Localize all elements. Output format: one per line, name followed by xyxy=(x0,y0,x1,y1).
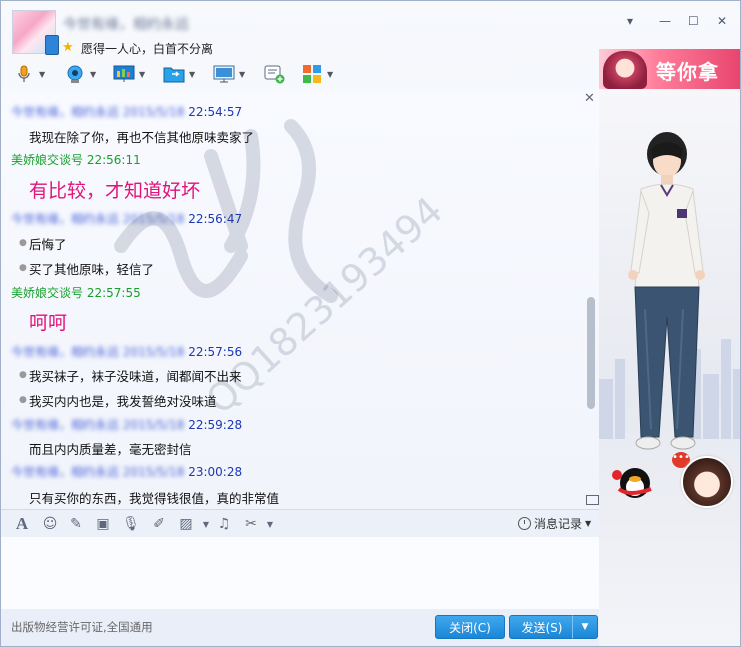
apps-grid-icon xyxy=(301,64,323,84)
message-header: 今世有缘，相约永远 2015/5/18 22:59:28 xyxy=(11,418,243,432)
show-avatar-panel xyxy=(599,89,740,646)
send-options-button[interactable]: ▼ xyxy=(572,615,598,639)
presentation-icon xyxy=(113,64,135,84)
add-chat-icon xyxy=(263,64,285,84)
banner-text: 等你拿 xyxy=(656,60,719,84)
folder-icon xyxy=(163,64,185,84)
chevron-down-icon[interactable]: ▼ xyxy=(197,516,215,532)
chevron-down-icon[interactable]: ▼ xyxy=(189,70,195,79)
chat-scrollbar[interactable] xyxy=(587,297,595,409)
chevron-down-icon: ▼ xyxy=(581,622,589,632)
music-icon[interactable]: ♫ xyxy=(215,516,233,532)
message-time: 22:54:57 xyxy=(188,105,243,119)
bullet-dot: ● xyxy=(19,263,27,273)
contact-avatar[interactable] xyxy=(12,10,59,55)
message-big-text: 有比较，才知道好坏 xyxy=(29,180,201,202)
message-big-text: 呵呵 xyxy=(29,312,68,334)
message-header: 今世有缘，相约永远 2015/5/18 22:57:56 xyxy=(11,345,243,359)
monitor-icon xyxy=(213,64,235,84)
message-text: 我现在除了你，再也不信其他原味卖家了 xyxy=(29,130,255,145)
message-time: 22:56:11 xyxy=(86,153,141,167)
message-header: 今世有缘，相约永远 2015/5/18 22:56:47 xyxy=(11,212,243,226)
message-time: 22:59:28 xyxy=(188,418,243,432)
send-button[interactable]: 发送(S) xyxy=(509,615,575,639)
chat-avatar-bubble[interactable] xyxy=(681,456,733,508)
history-label: 消息记录 xyxy=(534,517,583,531)
message-text: 只有买你的东西，我觉得钱很值，真的非常值 xyxy=(29,491,280,506)
chat-history[interactable]: 今世有缘，相约永远 2015/5/18 22:54:57 我现在除了你，再也不信… xyxy=(1,89,599,509)
gif-icon[interactable]: ▣ xyxy=(94,516,112,532)
chevron-down-icon[interactable]: ▼ xyxy=(327,70,333,79)
sender-name: 美娇娘交谈号 xyxy=(11,153,84,167)
message-history-button[interactable]: 消息记录 ▼ xyxy=(518,515,591,532)
message-header: 今世有缘，相约永远 2015/5/18 23:00:28 xyxy=(11,465,243,479)
message-time: 22:57:55 xyxy=(86,286,141,300)
message-header: 美娇娘交谈号 22:57:55 xyxy=(11,284,141,301)
maximize-icon[interactable]: ☐ xyxy=(688,14,699,28)
message-text: 买了其他原味，轻信了 xyxy=(29,262,155,277)
image-icon[interactable]: ▨ xyxy=(177,516,195,532)
bullet-dot: ● xyxy=(19,238,27,248)
message-header: 美娇娘交谈号 22:56:11 xyxy=(11,151,141,168)
chevron-down-icon[interactable]: ▼ xyxy=(39,70,45,79)
create-discussion-button[interactable] xyxy=(263,63,285,85)
microphone-icon xyxy=(13,64,35,84)
remote-desktop-button[interactable]: ▼ xyxy=(213,63,245,85)
apps-button[interactable]: ▼ xyxy=(301,63,333,85)
cartoon-girl-image xyxy=(603,51,647,89)
font-icon[interactable]: A xyxy=(13,514,31,533)
mobile-online-icon xyxy=(45,35,59,55)
sender-name: 美娇娘交谈号 xyxy=(11,286,84,300)
qq-penguin-icon[interactable] xyxy=(611,459,653,501)
webcam-icon xyxy=(64,64,86,84)
close-button[interactable]: 关闭(C) xyxy=(435,615,505,639)
chevron-down-icon: ▼ xyxy=(585,519,592,528)
promo-banner[interactable]: 等你拿 xyxy=(599,49,740,89)
contact-name[interactable]: 今世有缘，相约永远 xyxy=(63,14,189,34)
emoji-icon[interactable]: ☺ xyxy=(41,516,59,532)
license-notice[interactable]: 出版物经营许可证,全国通用 xyxy=(11,619,153,635)
collapse-panel-icon[interactable]: ✕ xyxy=(584,91,595,106)
message-text: 我买内内也是，我发誓绝对没味道 xyxy=(29,394,217,409)
remote-demo-button[interactable]: ▼ xyxy=(113,63,145,85)
message-time: 22:56:47 xyxy=(188,212,243,226)
graffiti-icon[interactable]: ✐ xyxy=(150,516,168,532)
message-input[interactable] xyxy=(1,537,599,609)
bullet-dot: ● xyxy=(19,395,27,405)
voice-call-button[interactable]: ▼ xyxy=(13,63,45,85)
minimize-icon[interactable]: — xyxy=(659,14,671,28)
message-time: 23:00:28 xyxy=(188,465,243,479)
mail-icon[interactable] xyxy=(586,495,599,505)
chevron-down-icon[interactable]: ▼ xyxy=(90,70,96,79)
scissors-icon[interactable]: ✂ xyxy=(242,516,260,532)
video-call-button[interactable]: ▼ xyxy=(64,63,96,85)
message-text: 而且内内质量差，毫无密封信 xyxy=(29,442,192,457)
clock-icon xyxy=(518,517,531,530)
chevron-down-icon[interactable]: ▼ xyxy=(239,70,245,79)
close-icon[interactable]: ✕ xyxy=(717,14,727,28)
chevron-down-icon[interactable]: ▼ xyxy=(139,70,145,79)
contact-signature: 愿得一人心，白首不分离 xyxy=(81,42,214,56)
chevron-down-icon[interactable]: ▾ xyxy=(627,14,633,28)
message-time: 22:57:56 xyxy=(188,345,243,359)
message-text: 后悔了 xyxy=(29,237,67,252)
chat-window: 今世有缘，相约永远 ★ 愿得一人心，白首不分离 ▾ — ☐ ✕ ▼ ▼ ▼ ▼ xyxy=(0,0,741,647)
voice-message-icon[interactable]: 🎙 xyxy=(122,516,140,532)
shake-icon[interactable]: ✎ xyxy=(67,516,85,532)
star-icon[interactable]: ★ xyxy=(62,40,74,55)
message-header: 今世有缘，相约永远 2015/5/18 22:54:57 xyxy=(11,105,243,119)
message-text: 我买袜子，袜子没味道，闻都闻不出来 xyxy=(29,369,242,384)
bullet-dot: ● xyxy=(19,370,27,380)
character-figure[interactable] xyxy=(621,129,711,469)
send-file-button[interactable]: ▼ xyxy=(163,63,195,85)
top-toolbar: ▼ ▼ ▼ ▼ ▼ ▼ xyxy=(1,59,599,89)
input-toolbar: A ☺ ✎ ▣ 🎙 ✐ ▨ ▼ ♫ ✂ ▼ xyxy=(1,509,599,538)
chevron-down-icon[interactable]: ▼ xyxy=(261,516,279,532)
